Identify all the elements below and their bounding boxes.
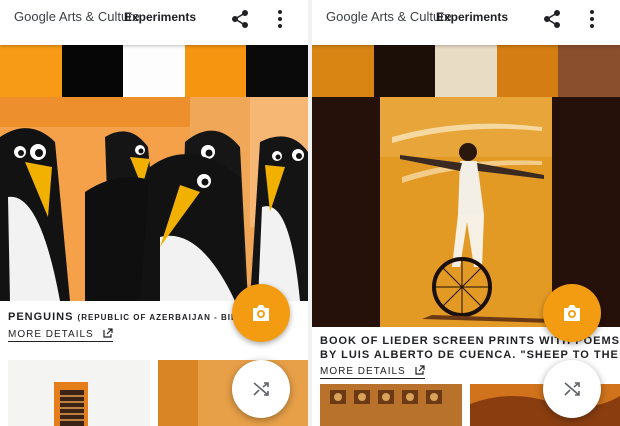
palette-swatch xyxy=(61,45,124,97)
shuffle-icon xyxy=(253,382,269,396)
app-section-title[interactable]: Experiments xyxy=(124,10,196,24)
palette-swatch xyxy=(123,45,185,97)
camera-fab[interactable] xyxy=(543,284,601,342)
more-details-label: MORE DETAILS xyxy=(8,329,94,340)
more-vert-icon[interactable] xyxy=(274,9,286,29)
share-icon[interactable] xyxy=(542,9,562,29)
left-screen: Google Arts & Culture Experiments PENGUI… xyxy=(0,0,308,426)
open-in-new-icon xyxy=(102,328,113,338)
more-vert-icon[interactable] xyxy=(586,9,598,29)
app-section-title[interactable]: Experiments xyxy=(436,10,508,24)
shuffle-fab[interactable] xyxy=(232,360,290,418)
app-bar: Google Arts & Culture Experiments xyxy=(0,0,308,45)
artwork-title: PENGUINS (REPUBLIC OF AZERBAIJAN - BIENN… xyxy=(8,311,270,323)
color-palette xyxy=(312,45,620,97)
share-icon[interactable] xyxy=(230,9,250,29)
palette-swatch xyxy=(184,45,247,97)
open-in-new-icon xyxy=(414,365,425,375)
artwork-title-main: PENGUINS xyxy=(8,311,74,323)
more-details-link[interactable]: MORE DETAILS xyxy=(320,365,425,379)
camera-fab[interactable] xyxy=(232,284,290,342)
camera-icon xyxy=(564,305,580,321)
artwork-image[interactable] xyxy=(0,97,308,301)
more-details-link[interactable]: MORE DETAILS xyxy=(8,328,113,342)
app-brand[interactable]: Google Arts & Culture xyxy=(326,9,452,24)
palette-swatch xyxy=(558,45,620,97)
app-brand[interactable]: Google Arts & Culture xyxy=(14,9,140,24)
color-palette xyxy=(0,45,308,97)
palette-swatch xyxy=(435,45,497,97)
app-bar: Google Arts & Culture Experiments xyxy=(312,0,620,45)
palette-swatch xyxy=(246,45,308,97)
artwork-thumbnail[interactable] xyxy=(8,360,150,426)
palette-swatch xyxy=(312,45,374,97)
right-screen: Google Arts & Culture Experiments BOOK O… xyxy=(312,0,620,426)
shuffle-icon xyxy=(564,382,580,396)
artwork-thumbnail[interactable] xyxy=(320,384,462,426)
palette-swatch xyxy=(0,45,62,97)
more-details-label: MORE DETAILS xyxy=(320,366,406,377)
palette-swatch xyxy=(496,45,559,97)
camera-icon xyxy=(253,305,269,321)
shuffle-fab[interactable] xyxy=(543,360,601,418)
palette-swatch xyxy=(373,45,436,97)
